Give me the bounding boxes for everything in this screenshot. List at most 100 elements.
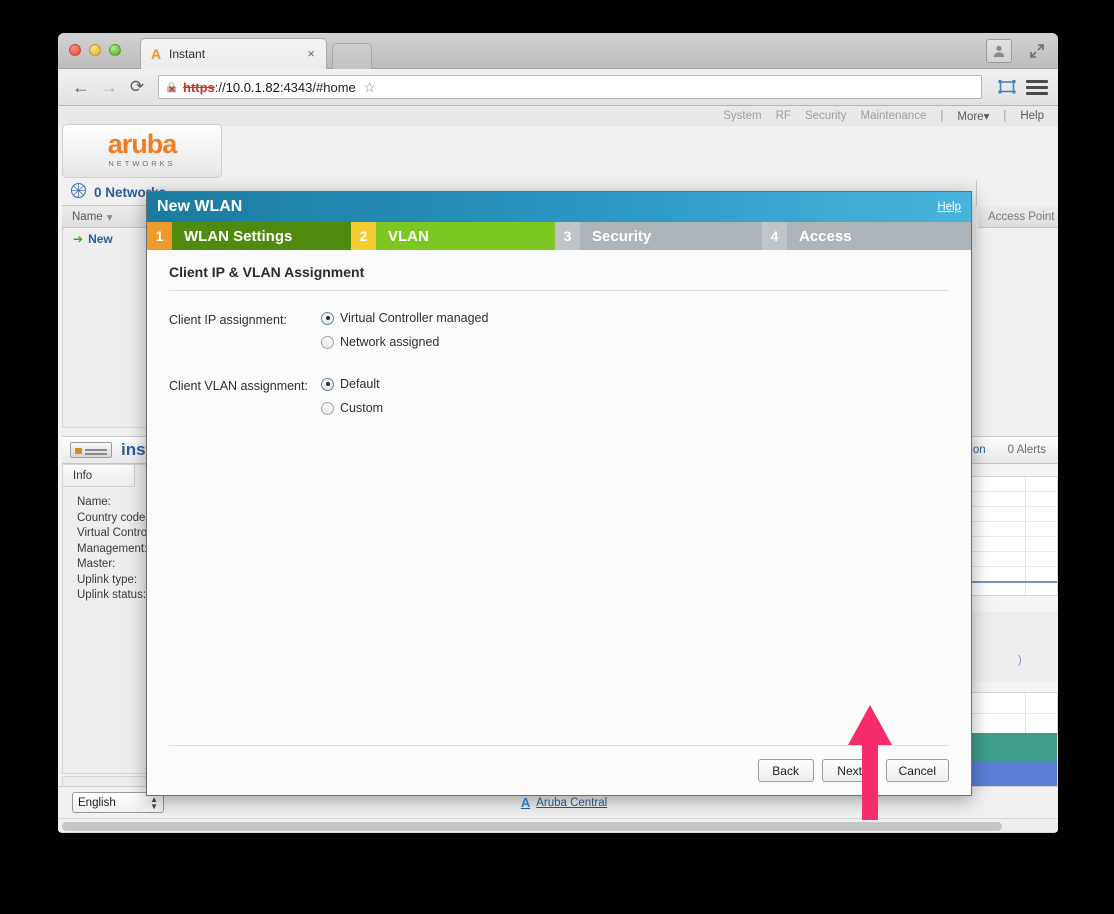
wizard-step-bar: 1 WLAN Settings 2 VLAN 3 Security 4 Acce… <box>147 222 971 250</box>
wizard-step-1-label: WLAN Settings <box>172 222 351 250</box>
wizard-step-4-number: 4 <box>762 222 787 250</box>
window-close-button[interactable] <box>69 44 81 56</box>
client-ip-assignment-label: Client IP assignment: <box>169 313 287 327</box>
radio-virtual-controller-managed-input[interactable] <box>321 311 334 325</box>
browser-window: A Instant × ← → ⟳ https:// 10.0.1.82:4… <box>58 33 1058 833</box>
url-separator: :// <box>214 79 226 95</box>
wizard-step-1-number: 1 <box>147 222 172 250</box>
clients-chart-series-line <box>969 581 1057 583</box>
nav-more[interactable]: More▾ <box>957 109 989 123</box>
wizard-step-3-label: Security <box>580 222 762 250</box>
cast-icon[interactable] <box>996 76 1018 98</box>
broken-lock-icon[interactable] <box>165 81 178 94</box>
add-arrow-icon: ➔ <box>73 232 84 246</box>
bookmark-star-icon[interactable]: ☆ <box>356 79 376 96</box>
aruba-central-logo-icon: A <box>520 795 531 810</box>
next-button[interactable]: Next <box>821 759 878 782</box>
nav-rf[interactable]: RF <box>776 110 791 122</box>
expand-window-icon[interactable] <box>1028 42 1046 60</box>
client-vlan-assignment-label: Client VLAN assignment: <box>169 379 308 393</box>
access-point-device-icon <box>70 442 112 458</box>
dialog-body: Client IP & VLAN Assignment Client IP as… <box>147 250 971 745</box>
browser-tab[interactable]: A Instant × <box>140 38 327 69</box>
aruba-logo: aruba NETWORKS <box>62 124 222 178</box>
wizard-step-access[interactable]: 4 Access <box>762 222 971 250</box>
dialog-footer: Back Next Cancel <box>169 745 949 795</box>
window-minimize-button[interactable] <box>89 44 101 56</box>
throughput-chart-label: ) <box>958 612 1058 682</box>
radio-network-assigned-label: Network assigned <box>340 335 440 349</box>
cancel-button[interactable]: Cancel <box>885 759 949 782</box>
radio-vlan-default-label: Default <box>340 377 380 391</box>
aruba-logo-wordmark: aruba <box>107 129 178 159</box>
access-points-column-header[interactable]: Access Point <box>978 206 1058 228</box>
url-host: 10.0.1.82 <box>225 79 280 95</box>
browser-toolbar: ← → ⟳ https://10.0.1.82:4343/#home ☆ <box>58 69 1058 106</box>
reload-button[interactable]: ⟳ <box>124 74 150 100</box>
alerts-count[interactable]: 0 Alerts <box>1008 444 1046 456</box>
network-globe-icon <box>70 182 87 204</box>
usage-charts: ) 10:30 Out <box>958 464 1058 786</box>
profile-icon[interactable] <box>986 39 1012 63</box>
nav-more-label: More <box>957 111 984 123</box>
dialog-title: New WLAN <box>157 198 243 215</box>
client-ip-assignment-group: Client IP assignment: Virtual Controller… <box>169 311 949 349</box>
wizard-step-wlan-settings[interactable]: 1 WLAN Settings <box>147 222 351 250</box>
dialog-help-link[interactable]: Help <box>937 201 961 213</box>
address-bar[interactable]: https://10.0.1.82:4343/#home ☆ <box>158 75 982 99</box>
wizard-step-vlan[interactable]: 2 VLAN <box>351 222 555 250</box>
aruba-favicon-icon: A <box>150 46 162 62</box>
radio-vlan-default-input[interactable] <box>321 377 334 391</box>
nav-system[interactable]: System <box>723 110 761 122</box>
aruba-logo-subtitle: NETWORKS <box>108 159 176 168</box>
access-point-column-label: Access Point <box>988 210 1055 223</box>
clients-chart <box>968 476 1058 596</box>
throughput-chart <box>968 692 1058 786</box>
url-port: :4343 <box>279 79 313 95</box>
window-maximize-button[interactable] <box>109 44 121 56</box>
new-tab-button[interactable] <box>332 43 372 69</box>
back-button[interactable]: ← <box>68 74 94 100</box>
radio-vlan-default[interactable]: Default <box>321 377 383 391</box>
panel-divider <box>976 180 977 206</box>
page-viewport: System RF Security Maintenance | More▾ |… <box>58 106 1058 832</box>
radio-network-assigned[interactable]: Network assigned <box>321 335 488 349</box>
client-vlan-assignment-options: Default Custom <box>321 377 383 415</box>
horizontal-scrollbar-thumb[interactable] <box>62 822 1002 831</box>
tab-info[interactable]: Info <box>63 465 135 487</box>
nav-maintenance[interactable]: Maintenance <box>861 110 927 122</box>
aruba-central-link[interactable]: A Aruba Central <box>521 795 607 810</box>
wizard-step-4-label: Access <box>787 222 971 250</box>
networks-column-name: Name <box>72 210 103 223</box>
radio-virtual-controller-managed-label: Virtual Controller managed <box>340 311 489 325</box>
stepper-arrows-icon: ▲ ▼ <box>150 794 158 811</box>
new-wlan-dialog: New WLAN Help 1 WLAN Settings 2 VLAN 3 S… <box>146 191 972 796</box>
wizard-step-2-number: 2 <box>351 222 376 250</box>
forward-button[interactable]: → <box>96 74 122 100</box>
chevron-down-icon: ▾ <box>983 111 990 123</box>
aruba-central-link-label: Aruba Central <box>536 796 608 809</box>
horizontal-scrollbar[interactable] <box>58 818 1058 832</box>
tab-title: Instant <box>169 47 206 61</box>
back-button[interactable]: Back <box>757 759 814 782</box>
nav-separator-1: | <box>940 110 944 122</box>
radio-vlan-custom-input[interactable] <box>321 401 334 415</box>
section-heading: Client IP & VLAN Assignment <box>169 264 949 291</box>
wizard-step-3-number: 3 <box>555 222 580 250</box>
nav-help[interactable]: Help <box>1020 110 1044 122</box>
new-network-label: New <box>88 232 113 246</box>
radio-network-assigned-input[interactable] <box>321 335 334 349</box>
wizard-step-security[interactable]: 3 Security <box>555 222 762 250</box>
wizard-step-2-label: VLAN <box>376 222 555 250</box>
url-path: /#home <box>312 79 356 95</box>
throughput-in-area <box>969 761 1057 786</box>
throughput-out-area <box>969 733 1057 761</box>
hamburger-menu-icon[interactable] <box>1026 79 1048 95</box>
browser-tabstrip: A Instant × <box>58 33 1058 69</box>
radio-vlan-custom[interactable]: Custom <box>321 401 383 415</box>
radio-virtual-controller-managed[interactable]: Virtual Controller managed <box>321 311 488 325</box>
nav-security[interactable]: Security <box>805 110 847 122</box>
nav-separator-2: | <box>1003 110 1007 122</box>
url-scheme: https <box>183 79 215 95</box>
tab-close-icon[interactable]: × <box>304 47 318 60</box>
